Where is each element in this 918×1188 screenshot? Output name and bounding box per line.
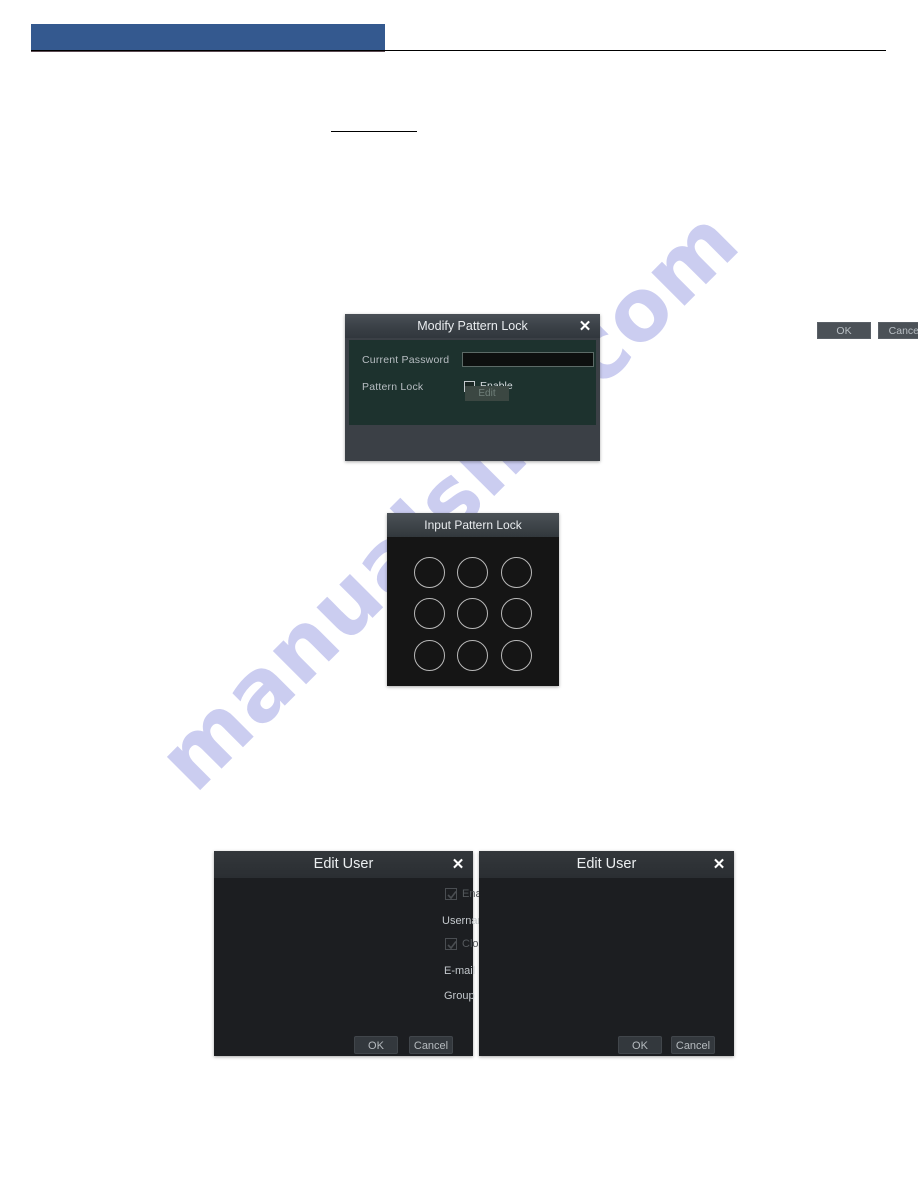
group-label: Group [444, 990, 475, 1002]
email-row: E-mail [214, 962, 654, 987]
close-icon[interactable]: ✕ [449, 856, 467, 874]
email-row: E-mail [479, 962, 734, 987]
checkbox-box [445, 888, 457, 900]
username-row: Username admin [214, 912, 538, 937]
edit-user-form: Enable Username admin Close Permission C… [214, 878, 654, 1012]
circle-icon [414, 598, 446, 630]
page-header [31, 24, 886, 52]
dialog-title-bar: Edit User ✕ [214, 851, 473, 878]
circle-icon [500, 639, 532, 671]
circle-icon [414, 557, 446, 589]
enable-row: Enable [214, 887, 496, 912]
circle-icon [500, 557, 532, 589]
email-label: E-mail [444, 965, 476, 977]
pattern-dot-2[interactable] [451, 552, 494, 593]
close-permission-row: Close Permission Control [479, 937, 734, 962]
watermark-text: manualslib.com [139, 190, 759, 811]
pattern-dot-5[interactable] [451, 593, 494, 634]
edit-user-form: Enable Username 1 Close Permission Contr… [479, 878, 734, 1012]
pattern-dot-3[interactable] [495, 552, 538, 593]
dialog-title: Edit User [576, 856, 637, 872]
ok-button[interactable]: OK [817, 322, 871, 339]
dialog-body: Current Password Pattern Lock Enable Edi… [349, 340, 596, 425]
pattern-dot-6[interactable] [495, 593, 538, 634]
pattern-dot-9[interactable] [495, 635, 538, 676]
input-pattern-lock-dialog: Input Pattern Lock [387, 513, 559, 686]
username-row: Username 1 [479, 912, 734, 937]
check-icon [447, 891, 457, 900]
group-row: Group Administrator [214, 987, 654, 1012]
edit-user-common-cancel-button[interactable]: Cancel [671, 1036, 715, 1054]
close-icon[interactable]: ✕ [710, 856, 728, 874]
edit-user-admin-cancel-button[interactable]: Cancel [409, 1036, 453, 1054]
edit-pattern-button[interactable]: Edit [465, 386, 509, 401]
edit-user-admin-dialog: Edit User ✕ Enable Username admin [214, 851, 654, 1056]
checkbox-box [445, 938, 457, 950]
dialog-title: Edit User [313, 856, 374, 872]
modify-pattern-lock-dialog: Modify Pattern Lock ✕ Current Password P… [345, 314, 918, 461]
dialog-title-bar: Modify Pattern Lock ✕ [345, 314, 600, 338]
dialog-title: Modify Pattern Lock [417, 319, 528, 333]
caption-underline [331, 131, 417, 132]
close-permission-row: Close Permission Control [214, 937, 586, 962]
edit-user-common-dialog: Edit User ✕ Enable Username 1 [479, 851, 734, 1056]
close-icon[interactable]: ✕ [576, 317, 594, 335]
check-icon [447, 941, 457, 950]
dialog-title-bar: Edit User ✕ [479, 851, 734, 878]
cancel-button[interactable]: Cancel [878, 322, 918, 339]
circle-icon [457, 557, 489, 589]
pattern-dot-4[interactable] [408, 593, 451, 634]
dialog-title-bar: Input Pattern Lock [387, 513, 559, 537]
pattern-dot-8[interactable] [451, 635, 494, 676]
circle-icon [500, 598, 532, 630]
edit-user-common-ok-button[interactable]: OK [618, 1036, 662, 1054]
header-accent-band [31, 24, 385, 50]
dialog-footer [345, 425, 600, 461]
dialog-title: Input Pattern Lock [424, 518, 522, 532]
pattern-lock-grid[interactable] [408, 552, 538, 676]
circle-icon [457, 639, 489, 671]
pattern-dot-7[interactable] [408, 635, 451, 676]
current-password-label: Current Password [362, 354, 450, 366]
header-rule [31, 50, 886, 51]
current-password-row: Current Password [349, 352, 596, 375]
pattern-dot-1[interactable] [408, 552, 451, 593]
edit-user-admin-ok-button[interactable]: OK [354, 1036, 398, 1054]
circle-icon [414, 639, 446, 671]
circle-icon [457, 598, 489, 630]
enable-row: Enable [479, 887, 734, 912]
pattern-lock-label: Pattern Lock [362, 381, 424, 393]
group-row: Group Common ⌄ [479, 987, 734, 1012]
current-password-input[interactable] [462, 352, 594, 367]
